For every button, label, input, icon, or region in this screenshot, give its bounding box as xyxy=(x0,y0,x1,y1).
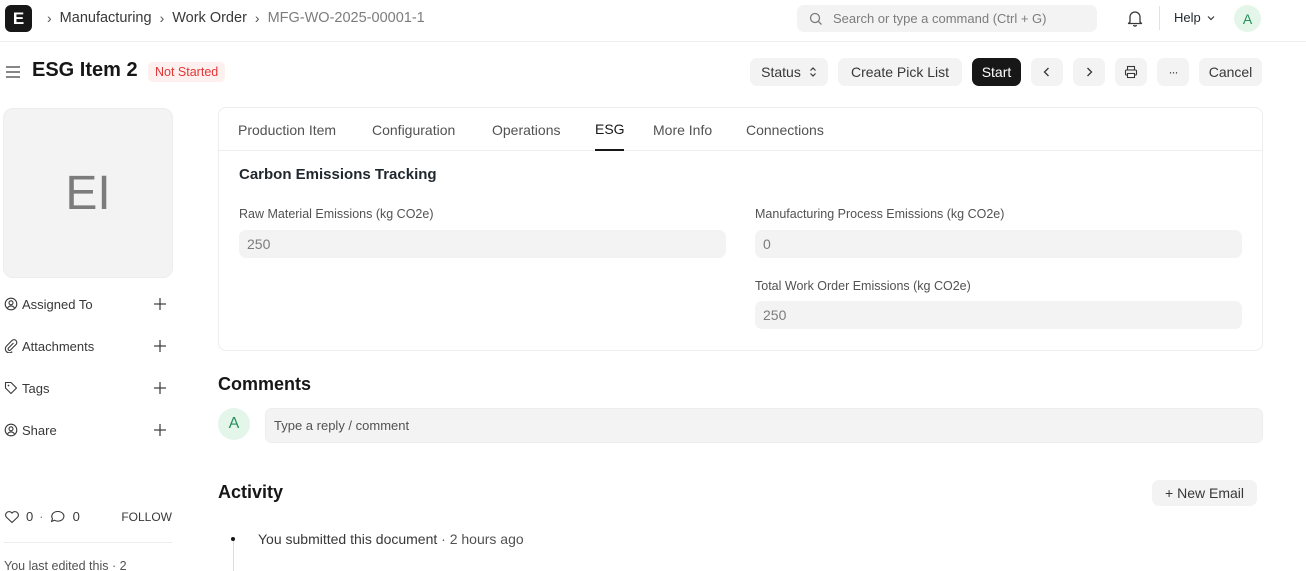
timeline-dot xyxy=(231,537,235,541)
sidebar-item-label: Attachments xyxy=(22,338,95,354)
follow-button[interactable]: FOLLOW xyxy=(121,510,172,524)
section-title: Carbon Emissions Tracking xyxy=(239,166,437,183)
timeline-line xyxy=(233,540,234,571)
comments-heading: Comments xyxy=(218,374,312,394)
status-button[interactable]: Status xyxy=(750,58,828,86)
plus-icon[interactable] xyxy=(153,381,167,395)
form-card: Production Item Configuration Operations… xyxy=(218,107,1263,351)
sidebar-divider xyxy=(4,542,172,543)
chevron-left-icon xyxy=(1043,67,1049,77)
breadcrumb: › Manufacturing › Work Order › MFG-WO-20… xyxy=(44,0,425,36)
document-image-placeholder[interactable]: EI xyxy=(3,108,173,278)
tag-icon xyxy=(4,381,18,395)
chevron-right-icon: › xyxy=(254,10,260,26)
search-icon xyxy=(809,12,822,25)
activity-heading: Activity xyxy=(218,482,284,502)
activity-item: You submitted this document · 2 hours ag… xyxy=(258,531,524,547)
active-tab-indicator xyxy=(595,149,624,151)
help-label: Help xyxy=(1174,10,1201,25)
plus-icon[interactable] xyxy=(153,297,167,311)
printer-icon xyxy=(1124,65,1138,79)
more-actions-button[interactable]: ··· xyxy=(1157,58,1189,86)
navbar-divider xyxy=(1159,6,1160,30)
create-pick-list-button[interactable]: Create Pick List xyxy=(838,58,962,86)
sidebar-item-attachments[interactable]: Attachments xyxy=(4,336,172,356)
sort-updown-icon xyxy=(809,67,816,77)
activity-separator: · xyxy=(437,531,450,547)
social-stats: 0 · 0 FOLLOW xyxy=(4,509,172,524)
plus-icon[interactable] xyxy=(153,423,167,437)
comment-icon[interactable] xyxy=(50,510,66,524)
sidebar-item-tags[interactable]: Tags xyxy=(4,378,172,398)
breadcrumb-work-order[interactable]: Work Order xyxy=(172,10,247,26)
chevron-down-icon xyxy=(1207,15,1215,20)
comment-input[interactable]: Type a reply / comment xyxy=(265,408,1263,443)
manufacturing-emissions-field[interactable]: 0 xyxy=(755,230,1242,258)
print-button[interactable] xyxy=(1115,58,1147,86)
cancel-button[interactable]: Cancel xyxy=(1199,58,1262,86)
paperclip-icon xyxy=(4,339,18,353)
next-doc-button[interactable] xyxy=(1073,58,1105,86)
tab-esg[interactable]: ESG xyxy=(595,121,625,137)
sidebar-item-label: Assigned To xyxy=(22,296,93,312)
help-dropdown[interactable]: Help xyxy=(1174,10,1216,25)
start-button[interactable]: Start xyxy=(972,58,1021,86)
chevron-right-icon xyxy=(1087,67,1093,77)
plus-icon[interactable] xyxy=(153,339,167,353)
total-emissions-label: Total Work Order Emissions (kg CO2e) xyxy=(755,279,971,293)
raw-material-emissions-label: Raw Material Emissions (kg CO2e) xyxy=(239,207,434,221)
top-navbar: E › Manufacturing › Work Order › MFG-WO-… xyxy=(0,0,1306,42)
page-title: ESG Item 2 xyxy=(32,59,138,81)
sidebar-item-label: Tags xyxy=(22,380,50,396)
chevron-right-icon: › xyxy=(159,10,165,26)
status-badge: Not Started xyxy=(148,62,226,82)
heart-icon[interactable] xyxy=(4,510,20,524)
form-tabs: Production Item Configuration Operations… xyxy=(219,108,1262,151)
user-avatar[interactable]: A xyxy=(1234,5,1261,32)
tab-more-info[interactable]: More Info xyxy=(653,122,712,138)
sidebar-item-share[interactable]: Share xyxy=(4,420,172,440)
tab-configuration[interactable]: Configuration xyxy=(372,122,455,138)
sidebar-item-label: Share xyxy=(22,422,57,438)
chevron-right-icon: › xyxy=(47,10,52,26)
previous-doc-button[interactable] xyxy=(1031,58,1063,86)
like-count: 0 xyxy=(26,509,34,524)
status-button-label: Status xyxy=(761,64,801,80)
activity-text: You submitted this document xyxy=(258,531,438,547)
breadcrumb-manufacturing[interactable]: Manufacturing xyxy=(60,10,152,26)
assign-icon xyxy=(4,297,18,311)
tab-operations[interactable]: Operations xyxy=(492,122,560,138)
manufacturing-emissions-label: Manufacturing Process Emissions (kg CO2e… xyxy=(755,207,1005,221)
breadcrumb-current-doc[interactable]: MFG-WO-2025-00001-1 xyxy=(268,10,425,26)
tab-production-item[interactable]: Production Item xyxy=(238,122,336,138)
app-logo[interactable]: E xyxy=(5,5,32,32)
notification-bell-icon[interactable] xyxy=(1127,9,1143,27)
search-placeholder: Search or type a command (Ctrl + G) xyxy=(833,11,1047,26)
avatar: A xyxy=(218,408,250,440)
share-icon xyxy=(4,423,18,437)
sidebar-item-assigned-to[interactable]: Assigned To xyxy=(4,294,172,314)
new-email-button[interactable]: + New Email xyxy=(1152,480,1257,506)
search-bar[interactable]: Search or type a command (Ctrl + G) xyxy=(797,5,1097,32)
total-emissions-field[interactable]: 250 xyxy=(755,301,1242,329)
stats-separator: · xyxy=(39,509,44,524)
activity-time: 2 hours ago xyxy=(449,531,524,547)
last-edited-text: You last edited this · 2 xyxy=(4,559,127,571)
tab-connections[interactable]: Connections xyxy=(746,122,824,138)
raw-material-emissions-field[interactable]: 250 xyxy=(239,230,726,258)
comment-count: 0 xyxy=(72,509,80,524)
sidebar-toggle-icon[interactable] xyxy=(5,64,21,80)
